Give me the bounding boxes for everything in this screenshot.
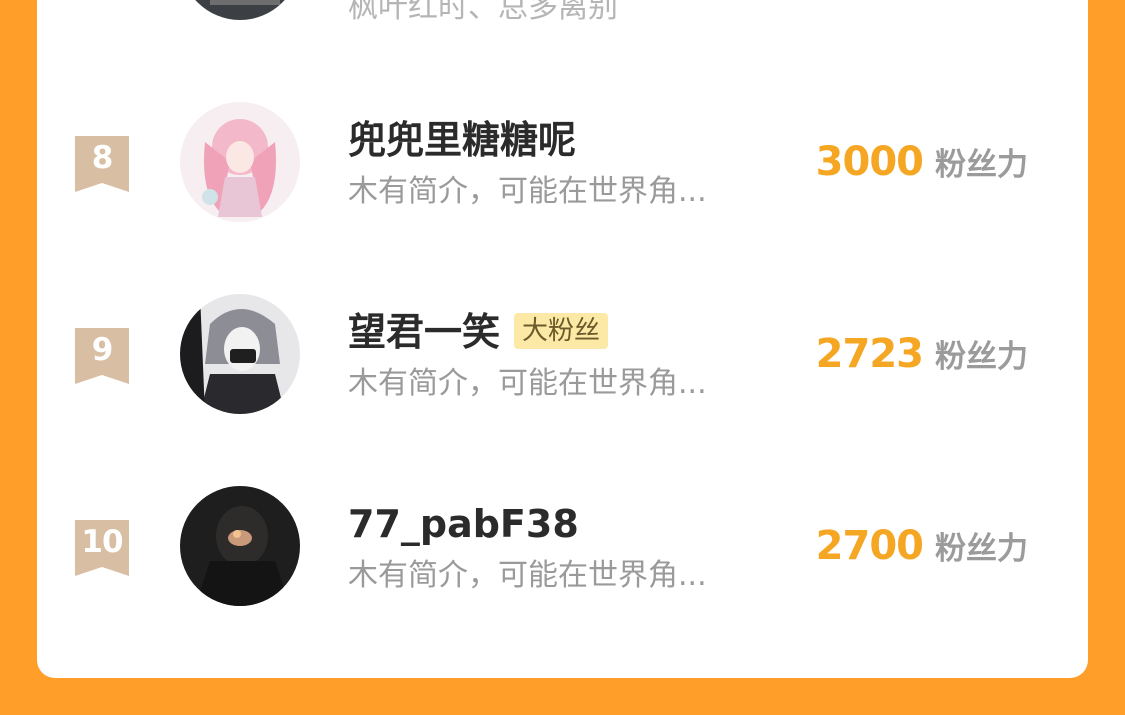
rank-ribbon: 10 [75,520,129,576]
avatar[interactable] [180,294,300,414]
user-name-text: 兜兜里糖糖呢 [348,118,577,162]
user-name-text: 77_pabF38 [348,502,579,546]
user-bio: 木有简介，可能在世界角... [348,366,707,401]
user-name[interactable]: 77_pabF38 [348,502,579,546]
ranking-row[interactable]: 10 77_pabF38 木有简介，可能在世界角... 2700 粉丝力 [37,464,1088,654]
ranking-row-previous[interactable]: 枫叶红时、总多离别 [37,0,1088,40]
fan-power-unit: 粉丝力 [935,531,1028,567]
user-bio: 木有简介，可能在世界角... [348,174,707,209]
user-name-text: 望君一笑 [348,310,501,354]
user-name[interactable]: 望君一笑 大粉丝 [348,310,609,354]
fan-power-unit: 粉丝力 [935,339,1028,375]
avatar[interactable] [180,0,300,20]
fan-power: 2700 粉丝力 [816,522,1028,578]
fan-power-value: 2700 [815,523,924,569]
avatar[interactable] [180,102,300,222]
fan-power-value: 3000 [815,139,924,185]
user-bio: 枫叶红时、总多离别 [348,0,618,25]
fan-power-unit: 粉丝力 [935,147,1028,183]
fan-power: 3000 粉丝力 [816,138,1028,194]
big-fan-badge: 大粉丝 [514,312,609,349]
avatar[interactable] [180,486,300,606]
ranking-row[interactable]: 9 望君一笑 大粉丝 木有简介，可能在世界角... 2723 粉丝力 [37,272,1088,462]
fan-power-value: 2723 [815,331,924,377]
fan-power: 2723 粉丝力 [816,330,1028,386]
user-name[interactable]: 兜兜里糖糖呢 [348,118,576,162]
fan-ranking-card: 枫叶红时、总多离别 8 兜兜里糖糖呢 木有简介，可能在世界角... 3000 粉丝… [37,0,1088,678]
ranking-row[interactable]: 8 兜兜里糖糖呢 木有简介，可能在世界角... 3000 粉丝力 [37,80,1088,270]
user-bio: 木有简介，可能在世界角... [348,558,707,593]
rank-ribbon: 8 [75,136,129,192]
rank-ribbon: 9 [75,328,129,384]
